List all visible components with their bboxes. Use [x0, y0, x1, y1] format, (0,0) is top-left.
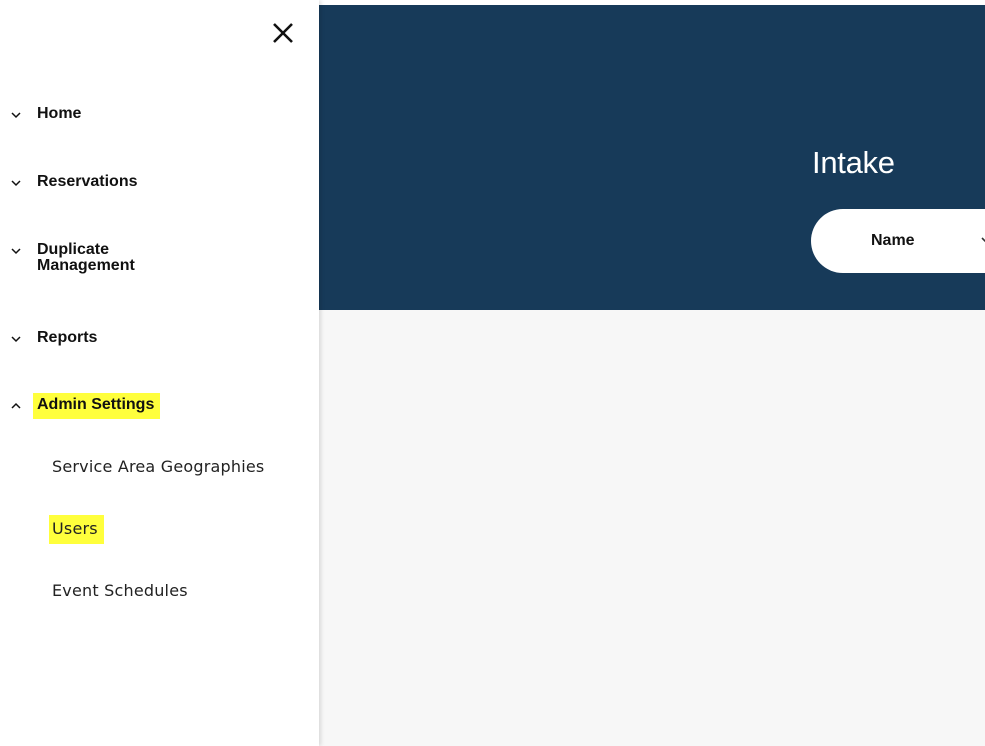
sidebar-nav: Home Reservations Duplicate Management R…: [0, 0, 319, 746]
sidebar-subitem-label: Users: [49, 515, 104, 544]
chevron-up-icon: [11, 402, 21, 409]
close-icon[interactable]: [270, 20, 296, 46]
chevron-down-icon: [11, 248, 21, 255]
search-field-select[interactable]: Name: [871, 209, 915, 273]
sidebar-item-home[interactable]: Home: [10, 106, 81, 122]
chevron-down-icon: [11, 112, 21, 119]
chevron-down-icon: [11, 336, 21, 343]
sidebar-subitem-users[interactable]: Users: [49, 515, 104, 544]
search-bar[interactable]: Name: [811, 209, 985, 273]
sidebar-item-reservations[interactable]: Reservations: [10, 174, 138, 190]
page-title: Intake: [812, 145, 895, 180]
sidebar-item-label-line2: Management: [37, 257, 135, 274]
hero-banner: Intake Name: [319, 5, 985, 310]
sidebar-item-label: Admin Settings: [33, 393, 161, 419]
chevron-down-icon[interactable]: [981, 235, 985, 245]
app-root: Intake Name Home Reservations Duplicate …: [0, 0, 985, 746]
sidebar-subitem-label: Service Area Geographies: [52, 457, 265, 476]
sidebar-subitem-label: Event Schedules: [52, 581, 188, 600]
sidebar-item-reports[interactable]: Reports: [10, 330, 97, 346]
chevron-down-icon: [11, 180, 21, 187]
sidebar-item-label: Duplicate Management: [37, 242, 135, 274]
sidebar-subitem-service-area-geographies[interactable]: Service Area Geographies: [52, 457, 264, 476]
sidebar-item-admin-settings[interactable]: Admin Settings: [10, 393, 161, 419]
sidebar-item-label: Reports: [37, 329, 98, 346]
sidebar-subitem-event-schedules[interactable]: Event Schedules: [52, 581, 188, 600]
sidebar-item-label: Reservations: [37, 173, 138, 190]
sidebar-item-label: Home: [37, 105, 82, 122]
sidebar-item-label-line1: Duplicate: [37, 241, 110, 258]
sidebar-item-duplicate-management[interactable]: Duplicate Management: [10, 242, 135, 274]
